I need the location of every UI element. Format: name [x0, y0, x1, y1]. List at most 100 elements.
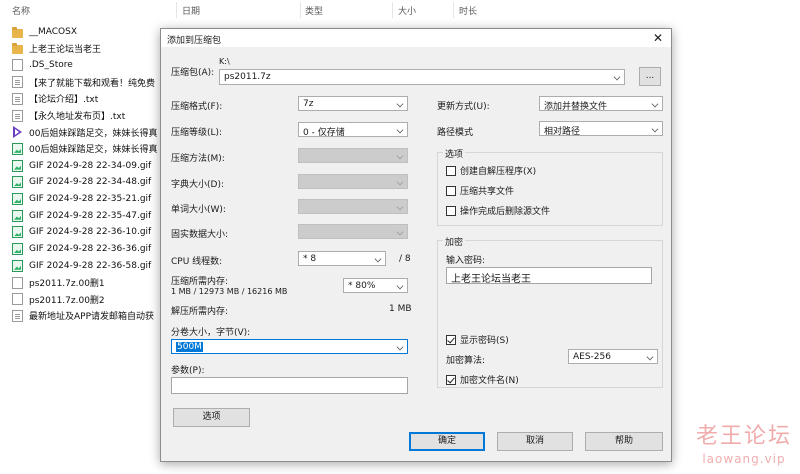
level-select[interactable]: 0 - 仅存储: [298, 122, 408, 137]
update-mode-value: 添加并替换文件: [544, 102, 608, 111]
file-list-item[interactable]: ps2011.7z.00删2: [12, 291, 172, 307]
file-list-item[interactable]: 最新地址及APP请发邮箱自动获: [12, 308, 172, 324]
chevron-down-icon: [396, 178, 404, 186]
encryption-group-title: 加密: [443, 235, 466, 248]
file-list-item[interactable]: 上老王论坛当老王: [12, 41, 172, 57]
image-file-icon: [12, 226, 23, 239]
file-list-item[interactable]: 【来了就能下载和观看！纯免费: [12, 74, 172, 90]
watermark-url: laowang.vip: [702, 452, 786, 466]
file-list-item[interactable]: GIF 2024-9-28 22-35-47.gif: [12, 208, 172, 224]
text-file-icon: [12, 92, 23, 105]
options-button[interactable]: 选项: [173, 408, 250, 427]
mem-decompress-label: 解压所需内存:: [171, 307, 229, 317]
path-mode-value: 相对路径: [544, 127, 581, 136]
chevron-down-icon: [396, 203, 404, 211]
close-icon[interactable]: ✕: [653, 31, 663, 45]
add-to-archive-dialog: 添加到压缩包 ✕ 压缩包(A): K:\ ps2011.7z ... 压缩格式(…: [160, 28, 672, 462]
archive-label: 压缩包(A):: [171, 68, 215, 78]
threads-value: * 8: [303, 254, 317, 264]
threads-label: CPU 线程数:: [171, 257, 223, 267]
split-size-combo[interactable]: 500M: [171, 339, 408, 354]
file-list-item[interactable]: 00后姐妹踩踏足交，妹妹长得真: [12, 124, 172, 140]
update-label: 更新方式(U):: [437, 102, 490, 112]
chevron-down-icon: [396, 126, 404, 134]
level-label: 压缩等级(L):: [171, 128, 223, 138]
delete-after-checkbox[interactable]: 操作完成后删除源文件: [446, 204, 550, 217]
password-input[interactable]: 上老王论坛当老王: [446, 267, 652, 284]
file-name: ps2011.7z.00删2: [29, 295, 105, 306]
show-password-label: 显示密码(S): [460, 336, 509, 346]
file-name: 00后姐妹踩踏足交，妹妹长得真: [29, 128, 158, 139]
chevron-down-icon: [651, 100, 659, 108]
shared-files-label: 压缩共享文件: [460, 187, 515, 197]
file-list-item[interactable]: GIF 2024-9-28 22-36-36.gif: [12, 241, 172, 257]
folder-icon: [12, 26, 23, 38]
chevron-down-icon: [646, 353, 654, 361]
shared-files-checkbox[interactable]: 压缩共享文件: [446, 184, 514, 197]
image-file-icon: [12, 159, 23, 172]
column-headers: 名称 日期 类型 大小 时长: [0, 0, 800, 20]
checkbox-icon: [446, 165, 456, 176]
chevron-down-icon: [396, 228, 404, 236]
column-separator: [453, 2, 454, 18]
file-name: GIF 2024-9-28 22-34-09.gif: [29, 160, 152, 171]
file-list-item[interactable]: GIF 2024-9-28 22-34-48.gif: [12, 174, 172, 190]
file-name: __MACOSX: [29, 27, 78, 37]
browse-button[interactable]: ...: [639, 67, 661, 86]
column-name[interactable]: 名称: [12, 4, 30, 17]
image-file-icon: [12, 176, 23, 189]
show-password-checkbox[interactable]: 显示密码(S): [446, 333, 509, 346]
word-select: [298, 199, 408, 214]
encrypt-names-checkbox[interactable]: 加密文件名(N): [446, 373, 519, 386]
file-list-item[interactable]: GIF 2024-9-28 22-34-09.gif: [12, 158, 172, 174]
watermark-logo: 老王论坛: [695, 424, 792, 449]
mem-usage-select[interactable]: * 80%: [343, 278, 408, 293]
file-name: GIF 2024-9-28 22-35-47.gif: [29, 210, 152, 221]
file-list-item[interactable]: GIF 2024-9-28 22-36-10.gif: [12, 224, 172, 240]
archive-path: K:\: [219, 57, 230, 66]
file-list-item[interactable]: 【永久地址发布页】.txt: [12, 108, 172, 124]
help-button[interactable]: 帮助: [585, 432, 663, 451]
chevron-down-icon: [396, 343, 404, 351]
chevron-down-icon: [651, 125, 659, 133]
text-file-icon: [12, 309, 23, 322]
split-size-value: 500M: [176, 342, 203, 352]
column-size[interactable]: 大小: [398, 4, 416, 17]
mem-compress-label: 压缩所需内存:: [171, 277, 229, 287]
file-name: 00后姐妹踩踏足交，妹妹长得真: [29, 145, 158, 156]
text-file-icon: [12, 76, 23, 89]
file-list-item[interactable]: GIF 2024-9-28 22-36-58.gif: [12, 258, 172, 274]
encryption-method-select[interactable]: AES-256: [568, 349, 658, 364]
file-list-item[interactable]: 00后姐妹踩踏足交，妹妹长得真: [12, 141, 172, 157]
file-name: ps2011.7z.00删1: [29, 279, 105, 289]
format-select[interactable]: 7z: [298, 96, 408, 111]
file-name: 【永久地址发布页】.txt: [29, 112, 126, 122]
image-file-icon: [12, 243, 23, 256]
file-name: 【来了就能下载和观看！纯免费: [29, 78, 156, 89]
column-duration[interactable]: 时长: [459, 4, 477, 17]
update-mode-select[interactable]: 添加并替换文件: [539, 96, 663, 111]
watermark: 老王论坛 laowang.vip: [696, 418, 792, 466]
threads-select[interactable]: * 8: [298, 251, 386, 266]
column-date[interactable]: 日期: [182, 4, 200, 17]
file-list-item[interactable]: GIF 2024-9-28 22-35-21.gif: [12, 191, 172, 207]
text-file-icon: [12, 109, 23, 122]
ok-button[interactable]: 确定: [409, 432, 485, 451]
file-list-item[interactable]: __MACOSX: [12, 24, 172, 40]
chevron-down-icon: [396, 282, 404, 290]
sfx-checkbox[interactable]: 创建自解压程序(X): [446, 164, 536, 177]
path-mode-select[interactable]: 相对路径: [539, 121, 663, 136]
column-type[interactable]: 类型: [305, 4, 323, 17]
threads-max: / 8: [399, 254, 411, 264]
archive-name-combo[interactable]: ps2011.7z: [219, 69, 625, 85]
dict-select: [298, 174, 408, 189]
chevron-down-icon: [396, 152, 404, 160]
file-list-item[interactable]: ps2011.7z.00删1: [12, 275, 172, 291]
cancel-button[interactable]: 取消: [497, 432, 573, 451]
file-list-item[interactable]: 【论坛介绍】.txt: [12, 91, 172, 107]
options-group-title: 选项: [443, 147, 466, 160]
params-input[interactable]: [171, 377, 408, 394]
file-list-item[interactable]: .DS_Store: [12, 57, 172, 73]
image-file-icon: [12, 259, 23, 272]
column-separator: [300, 2, 301, 18]
